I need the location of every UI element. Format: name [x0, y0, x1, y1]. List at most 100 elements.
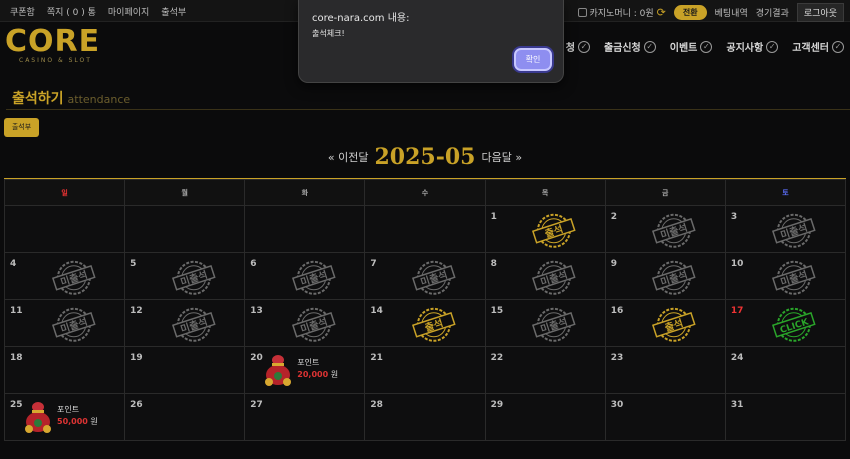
missed-stamp: 미출석 [772, 260, 817, 295]
calendar-day[interactable]: 7 미출석 [364, 252, 486, 300]
day-number: 10 [730, 259, 744, 269]
day-number: 2 [610, 212, 617, 222]
reward-amount-value: 50,000 [57, 417, 88, 426]
logo-main: CORE [5, 24, 101, 59]
dialog-ok-button[interactable]: 확인 [514, 48, 552, 71]
reward-amount-value: 20,000 [297, 370, 329, 379]
check-circle-icon: ✓ [832, 40, 844, 53]
nav-event[interactable]: 이벤트 ✓ [670, 39, 713, 54]
day-number: 23 [610, 353, 624, 363]
missed-stamp: 미출석 [171, 260, 216, 295]
calendar-day[interactable]: 27 [244, 393, 366, 441]
point-reward: 포인트 50,000 원 [23, 398, 98, 434]
day-number: 30 [610, 400, 624, 410]
calendar-day[interactable]: 6 미출석 [244, 252, 366, 300]
missed-stamp: 미출석 [652, 260, 696, 295]
calendar-week: 4 미출석 5 미출석 6 미출석 7 미출석 8 미출석 9 미출석 10 미출석 [3, 252, 847, 300]
calendar-day[interactable]: 17 CLICK [724, 299, 847, 347]
calendar-day[interactable]: 31 [724, 393, 847, 441]
calendar-day[interactable]: 25 포인트 50,000 원 [3, 393, 126, 441]
calendar-day [244, 205, 366, 253]
missed-stamp: 미출석 [291, 260, 336, 295]
nav-support-label: 고객센터 [792, 43, 829, 54]
calendar-day[interactable]: 11 미출석 [3, 299, 126, 347]
calendar-day[interactable]: 20 포인트 20,000 원 [244, 346, 366, 394]
calendar-day[interactable]: 8 미출석 [484, 252, 606, 300]
calendar-day[interactable]: 19 [124, 346, 246, 394]
day-number: 7 [370, 259, 377, 269]
weekday-mon: 월 [124, 179, 246, 206]
refresh-icon[interactable]: ⟳ [657, 7, 666, 18]
check-circle-icon: ✓ [643, 40, 656, 53]
calendar-day[interactable]: 1 출석 [484, 205, 606, 253]
casino-money: 카지노머니 : 0원 ⟳ [577, 6, 666, 19]
convert-button[interactable]: 전환 [673, 5, 707, 20]
casino-money-icon [577, 8, 587, 17]
check-circle-icon: ✓ [700, 40, 713, 53]
calendar-day[interactable]: 26 [124, 393, 246, 441]
calendar-day[interactable]: 23 [604, 346, 726, 394]
mypage-link[interactable]: 마이페이지 [108, 5, 149, 18]
calendar-day[interactable]: 9 미출석 [604, 252, 726, 300]
nav-deposit[interactable]: 청 ✓ [566, 39, 590, 54]
nav-notice-label: 공지사항 [726, 43, 764, 54]
calendar-day[interactable]: 21 [364, 346, 486, 394]
calendar-day[interactable]: 18 [3, 346, 126, 394]
weekday-sat: 토 [724, 179, 847, 206]
money-bag-icon [25, 402, 51, 433]
calendar-day[interactable]: 4 미출석 [3, 252, 126, 300]
reward-unit: 원 [328, 370, 339, 379]
dialog-title: core-nara.com 내용: [312, 13, 410, 24]
calendar-day[interactable]: 15 미출석 [484, 299, 606, 347]
top-links: 쿠폰함 쪽지 ( 0 ) 통 마이페이지 출석부 [10, 5, 186, 18]
day-number: 31 [730, 400, 744, 410]
nav-withdraw[interactable]: 출금신청 ✓ [604, 39, 656, 54]
game-results-link[interactable]: 경기결과 [756, 6, 789, 19]
messages-link[interactable]: 쪽지 ( 0 ) 통 [47, 5, 96, 18]
calendar-day[interactable]: 13 미출석 [244, 299, 366, 347]
weekday-thu: 목 [484, 179, 606, 206]
day-number: 14 [370, 306, 383, 316]
calendar-day[interactable]: 14 출석 [364, 299, 486, 347]
calendar-day[interactable]: 2 미출석 [604, 205, 726, 253]
bet-history-link[interactable]: 베팅내역 [715, 6, 748, 19]
day-number: 17 [730, 306, 744, 316]
calendar-day [364, 205, 486, 253]
reward-label: 포인트 [297, 358, 320, 367]
calendar-day[interactable]: 30 [604, 393, 726, 441]
day-number: 4 [10, 259, 17, 269]
next-month-link[interactable]: 다음달 » [481, 149, 522, 165]
attendance-book-button[interactable]: 출석부 [4, 118, 39, 137]
calendar-day[interactable]: 28 [364, 393, 486, 441]
coupon-link[interactable]: 쿠폰함 [10, 5, 35, 18]
calendar-day[interactable]: 10 미출석 [724, 252, 847, 300]
check-circle-icon: ✓ [766, 40, 779, 53]
day-number: 29 [490, 400, 504, 410]
prev-month-link[interactable]: « 이전달 [328, 149, 369, 165]
weekday-header: 일 월 화 수 목 금 토 [3, 179, 847, 206]
attendance-link[interactable]: 출석부 [161, 5, 186, 18]
current-month: 2025-05 [374, 144, 476, 170]
calendar-day[interactable]: 16 출석 [604, 299, 726, 347]
weekday-tue: 화 [244, 179, 366, 206]
day-number: 19 [130, 353, 143, 363]
site-logo[interactable]: CORE CASINO & SLOT [5, 27, 100, 65]
nav-withdraw-label: 출금신청 [603, 43, 641, 54]
calendar-day[interactable]: 3 미출석 [724, 205, 847, 253]
nav-notice[interactable]: 공지사항 ✓ [726, 39, 779, 54]
calendar-day[interactable]: 22 [484, 346, 606, 394]
missed-stamp: 미출석 [291, 307, 336, 342]
day-number: 21 [370, 353, 383, 363]
calendar-day[interactable]: 24 [724, 346, 847, 394]
title-divider [6, 109, 850, 110]
day-number: 16 [610, 306, 624, 316]
day-number: 1 [490, 212, 497, 222]
day-number: 27 [250, 400, 263, 410]
calendar-day[interactable]: 5 미출석 [124, 252, 246, 300]
alert-dialog: core-nara.com 내용: 출석체크! 확인 [298, 0, 564, 83]
nav-support[interactable]: 고객센터 ✓ [792, 39, 844, 54]
logout-button[interactable]: 로그아웃 [796, 3, 844, 22]
calendar-day[interactable]: 29 [484, 393, 606, 441]
calendar-day[interactable]: 12 미출석 [124, 299, 246, 347]
click-stamp[interactable]: CLICK [772, 307, 817, 343]
